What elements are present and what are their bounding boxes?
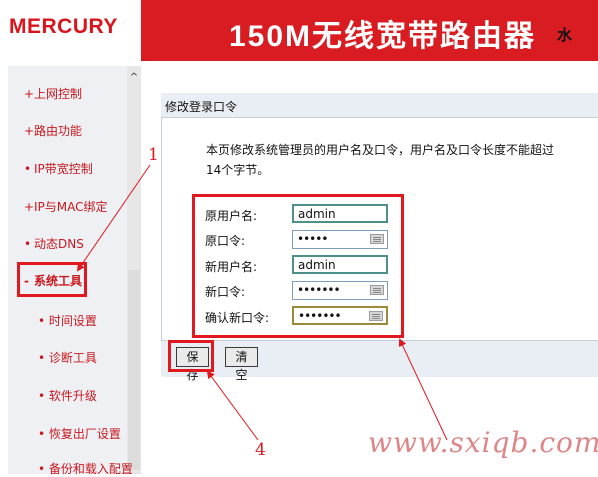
mercury-logo: MERCURY: [9, 15, 118, 38]
confirm-password-label: 确认新口令:: [205, 311, 270, 325]
scroll-up-arrow-icon[interactable]: ^: [127, 72, 141, 84]
expand-plus-icon: +: [24, 87, 35, 101]
expand-plus-icon: +: [24, 200, 35, 214]
annotation-number-4: 4: [255, 440, 266, 460]
old-password-input[interactable]: •••••: [292, 230, 388, 249]
keyboard-icon[interactable]: [369, 311, 383, 321]
save-button-highlight-box: [168, 340, 214, 372]
sidebar-subitem-diagnostics[interactable]: • 诊断工具: [38, 349, 97, 366]
sidebar-item-access-control[interactable]: +上网控制: [24, 85, 82, 102]
expand-plus-icon: +: [24, 124, 35, 138]
sidebar-item-label: 路由功能: [34, 124, 83, 138]
keyboard-icon[interactable]: [370, 234, 384, 244]
sidebar-item-routing[interactable]: +路由功能: [24, 122, 82, 139]
banner: 150M无线宽带路由器 水: [141, 0, 598, 61]
password-mask: •••••••: [298, 309, 342, 323]
panel-title: 修改登录口令: [165, 100, 238, 114]
subitem-label: 软件升级: [48, 389, 97, 403]
sidebar-item-label: 动态DNS: [34, 237, 84, 251]
sidebar-subitem-firmware-upgrade[interactable]: • 软件升级: [38, 387, 97, 404]
old-username-label: 原用户名:: [205, 209, 258, 223]
panel-description: 本页修改系统管理员的用户名及口令，用户名及口令长度不能超过14个字节。: [206, 143, 555, 177]
bullet-dot-icon: •: [24, 162, 32, 176]
new-password-input[interactable]: •••••••: [292, 281, 388, 300]
sidebar-item-label: 上网控制: [34, 87, 83, 101]
confirm-password-input[interactable]: •••••••: [292, 306, 388, 325]
password-mask: •••••••: [297, 283, 341, 297]
annotation-number-1: 1: [148, 145, 159, 165]
sidebar-subitem-factory-reset[interactable]: • 恢复出厂设置: [38, 425, 121, 442]
old-username-input[interactable]: admin: [292, 204, 388, 223]
keyboard-icon[interactable]: [370, 285, 384, 295]
subitem-label: 诊断工具: [48, 351, 97, 365]
sidebar-subitem-time-settings[interactable]: • 时间设置: [38, 312, 97, 329]
header: MERCURY 150M无线宽带路由器 水: [0, 0, 598, 61]
scrollbar-thumb[interactable]: [128, 270, 140, 470]
watermark: www.sxiqb.com: [368, 426, 598, 459]
password-mask: •••••: [297, 232, 328, 246]
new-password-label: 新口令:: [205, 285, 246, 299]
system-tools-highlight-box: [17, 262, 87, 297]
subitem-label: 时间设置: [48, 314, 97, 328]
bullet-dot-icon: •: [24, 237, 32, 251]
sidebar-subitem-backup-restore[interactable]: • 备份和载入配置: [38, 460, 133, 477]
new-username-label: 新用户名:: [205, 260, 258, 274]
sidebar-item-label: IP与MAC绑定: [34, 200, 108, 214]
old-password-label: 原口令:: [205, 234, 246, 248]
new-username-input[interactable]: admin: [292, 255, 388, 274]
left-gutter: [0, 65, 8, 474]
sidebar-item-label: IP带宽控制: [34, 162, 93, 176]
subitem-label: 恢复出厂设置: [48, 427, 121, 441]
sidebar-item-ddns[interactable]: • 动态DNS: [24, 235, 84, 252]
header-divider: [0, 61, 598, 65]
banner-tail-text: 水: [557, 26, 573, 44]
sidebar-item-ip-bandwidth[interactable]: • IP带宽控制: [24, 160, 93, 177]
sidebar-item-ip-mac-binding[interactable]: +IP与MAC绑定: [24, 198, 108, 215]
page-banner-title: 150M无线宽带路由器: [229, 20, 537, 53]
logo-area: MERCURY: [0, 0, 141, 61]
clear-button[interactable]: 清空: [225, 347, 258, 382]
